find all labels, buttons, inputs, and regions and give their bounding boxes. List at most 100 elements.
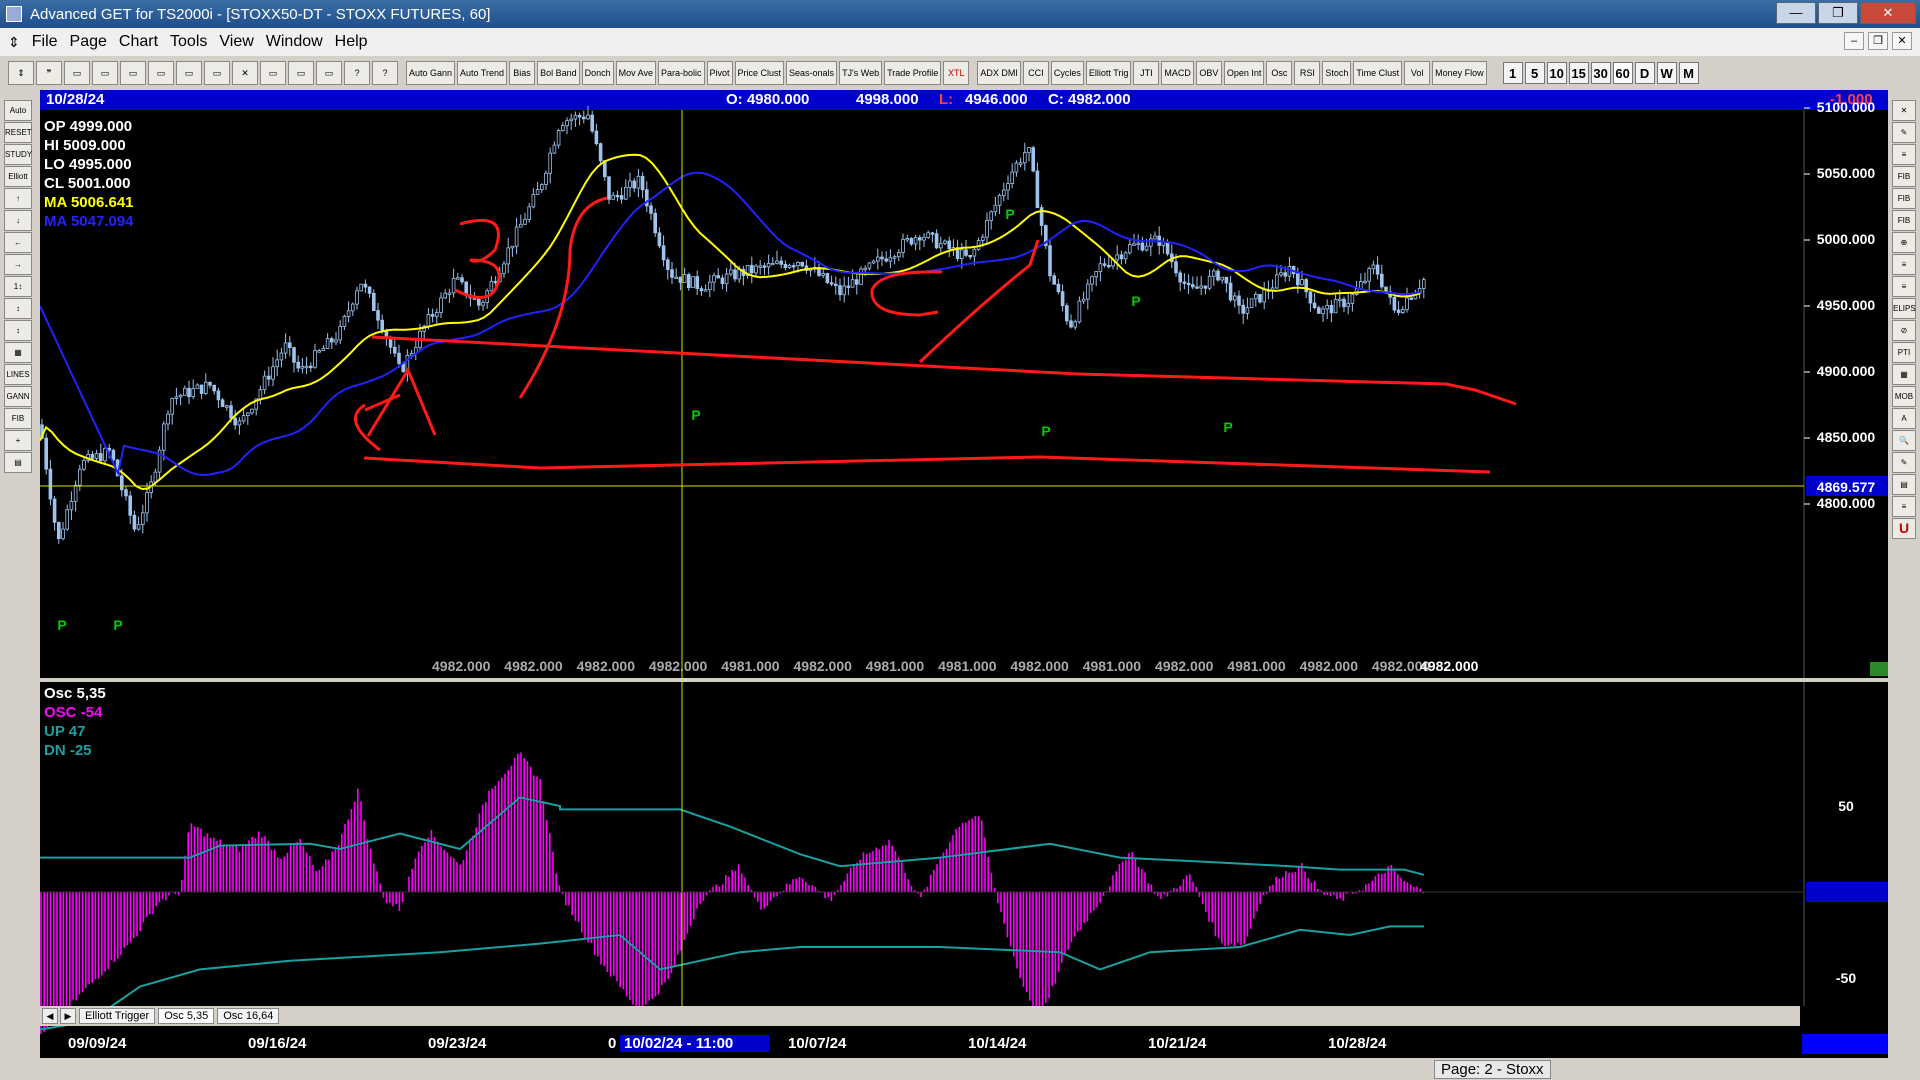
menu-page[interactable]: Page [70,33,107,51]
period-button[interactable]: W [1656,62,1677,84]
left-tool-button[interactable]: ▦ [4,342,32,363]
study-button[interactable]: Para-bolic [657,61,705,85]
right-tool-button[interactable]: FIB TIME [1892,210,1916,244]
right-tool-button[interactable]: 🔍 [1892,430,1916,451]
mdi-close-button[interactable]: ✕ [1892,32,1912,50]
left-tool-button[interactable]: + [4,430,32,451]
left-tool-button[interactable]: ↕ [4,320,32,341]
panel-divider[interactable] [40,678,1888,682]
left-tool-button[interactable]: GANN [4,386,32,407]
tool-button[interactable]: ▭ [204,61,230,85]
study-button[interactable]: Mov Ave [615,61,656,85]
left-tool-button[interactable]: ▤ [4,452,32,473]
close-button[interactable]: ✕ [1860,2,1916,24]
study-button[interactable]: Open Int [1223,61,1265,85]
left-tool-button[interactable]: RESET [4,122,32,143]
tool-button[interactable]: ▭ [260,61,286,85]
right-tool-button[interactable]: ⊘ [1892,320,1916,341]
tool-button[interactable]: ▭ [288,61,314,85]
period-button[interactable]: 15 [1568,62,1589,84]
study-button[interactable]: Pivot [706,61,733,85]
tool-button[interactable]: ? [372,61,398,85]
right-tool-button[interactable]: ≡ [1892,144,1916,165]
left-tool-button[interactable]: LINES [4,364,32,385]
right-tool-button[interactable]: FIB EXT [1892,188,1916,222]
right-tool-button[interactable]: PTI [1892,342,1916,363]
menu-chart[interactable]: Chart [119,33,158,51]
right-tool-button[interactable]: ▤ [1892,474,1916,495]
menu-window[interactable]: Window [266,33,323,51]
minimize-button[interactable]: — [1776,2,1816,24]
tool-button[interactable]: ⇕ [8,61,34,85]
right-tool-button[interactable]: ▦ [1892,364,1916,385]
right-tool-button[interactable]: FIB RET [1892,166,1916,200]
maximize-button[interactable]: ❐ [1818,2,1858,24]
menu-help[interactable]: Help [335,33,368,51]
right-tool-button[interactable]: U [1892,518,1916,539]
tab-osc-5-35[interactable]: Osc 5,35 [158,1008,215,1024]
right-tool-button[interactable]: ELIPS [1892,298,1916,319]
tab-scroll-right-icon[interactable]: ▶ [60,1008,76,1024]
study-button[interactable]: TJ's Web [839,61,883,85]
left-tool-button[interactable]: Elliott [4,166,32,187]
menu-view[interactable]: View [219,33,253,51]
tool-button[interactable]: ✕ [232,61,258,85]
study-button[interactable]: Money Flow [1432,61,1487,85]
period-button[interactable]: M [1678,62,1699,84]
right-tool-button[interactable]: A [1892,408,1916,429]
tool-button[interactable]: ? [344,61,370,85]
right-tool-button[interactable]: ✎ [1892,452,1916,473]
study-button[interactable]: Vol [1404,61,1431,85]
left-tool-button[interactable]: ↑ [4,188,32,209]
tool-button[interactable]: ▭ [148,61,174,85]
chart-canvas[interactable]: P P P P P P P 5100.000 5050.000 5000.000 4950.000… [40,90,1888,1058]
menu-file[interactable]: File [32,33,58,51]
chart-window[interactable]: 10/28/24 O: 4980.000 4998.000 L: 4946.00… [40,90,1888,1058]
tab-elliott-trigger[interactable]: Elliott Trigger [79,1008,156,1024]
right-tool-button[interactable]: ≡ [1892,254,1916,275]
study-button[interactable]: JTI [1133,61,1160,85]
study-button[interactable]: CCI [1022,61,1049,85]
study-button[interactable]: Price Clust [734,61,785,85]
study-button[interactable]: Time Clust [1353,61,1403,85]
study-button[interactable]: Bol Band [537,61,580,85]
right-tool-button[interactable]: MOB [1892,386,1916,407]
left-tool-button[interactable]: ↕ [4,298,32,319]
mdi-minimize-button[interactable]: – [1844,32,1864,50]
tool-button[interactable]: ▭ [120,61,146,85]
left-tool-button[interactable]: 1↕ [4,276,32,297]
tool-button[interactable]: ▭ [92,61,118,85]
left-tool-button[interactable]: → [4,254,32,275]
left-tool-button[interactable]: ← [4,232,32,253]
study-button[interactable]: Seas-onals [786,61,838,85]
right-tool-button[interactable]: ✎ [1892,122,1916,143]
study-button[interactable]: Osc [1266,61,1293,85]
left-tool-button[interactable]: FIB [4,408,32,429]
menu-tools[interactable]: Tools [170,33,207,51]
study-button[interactable]: OBV [1195,61,1222,85]
study-button[interactable]: Cycles [1050,61,1084,85]
left-tool-button[interactable]: ↓ [4,210,32,231]
study-button[interactable]: Stoch [1322,61,1352,85]
study-button[interactable]: Elliott Trig [1085,61,1132,85]
period-button[interactable]: 30 [1590,62,1611,84]
tool-button[interactable]: ▭ [176,61,202,85]
left-tool-button[interactable]: STUDY [4,144,32,165]
mdi-restore-button[interactable]: ❐ [1868,32,1888,50]
period-button[interactable]: 10 [1546,62,1567,84]
tool-button[interactable]: ❞ [36,61,62,85]
period-button[interactable]: D [1634,62,1655,84]
study-button[interactable]: XTL [943,61,970,85]
resize-icon[interactable] [1870,662,1888,676]
tab-osc-16-64[interactable]: Osc 16,64 [217,1008,280,1024]
right-tool-button[interactable]: ⊕ [1892,232,1916,253]
doc-icon[interactable]: ⇕ [8,34,20,51]
study-button[interactable]: MACD [1161,61,1194,85]
study-button[interactable]: Auto Gann [406,61,456,85]
right-tool-button[interactable]: ≡ [1892,496,1916,517]
tool-button[interactable]: ▭ [316,61,342,85]
tab-scroll-left-icon[interactable]: ◀ [42,1008,58,1024]
tool-button[interactable]: ▭ [64,61,90,85]
right-tool-button[interactable]: ✕ [1892,100,1916,121]
study-button[interactable]: ADX DMI [977,61,1021,85]
